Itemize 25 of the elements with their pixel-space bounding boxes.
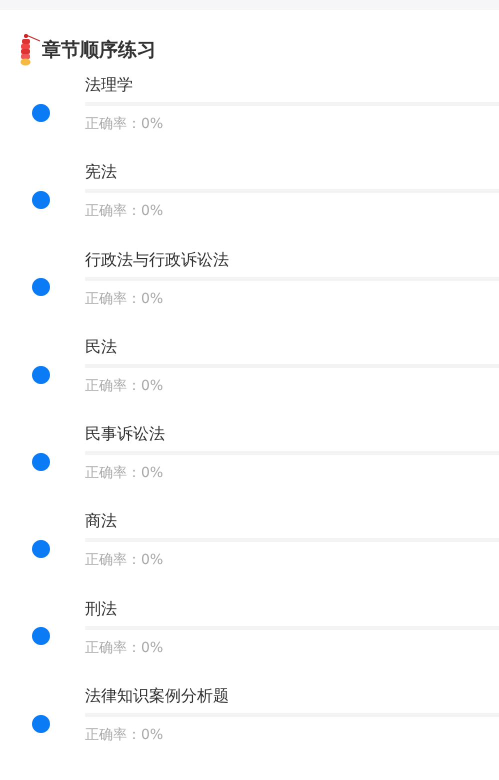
bullet-dot <box>32 278 50 296</box>
accuracy-text: 正确率：0% <box>85 638 164 658</box>
chapter-name[interactable]: 行政法与行政诉讼法 <box>85 248 229 271</box>
bullet-dot <box>32 190 50 209</box>
chapter-name[interactable]: 宪法 <box>85 161 117 184</box>
bullet-dot <box>32 714 50 733</box>
bullet-dot <box>32 104 50 122</box>
bullet-dot <box>32 540 50 558</box>
chapter-name[interactable]: 商法 <box>85 510 117 532</box>
accuracy-text: 正确率：0% <box>85 464 164 484</box>
accuracy-text: 正确率：0% <box>85 726 164 746</box>
bullet-dot <box>32 366 50 384</box>
chapter-name[interactable]: 民事诉讼法 <box>85 423 165 446</box>
chapter-name[interactable]: 刑法 <box>85 598 117 620</box>
accuracy-text: 正确率：0% <box>85 290 164 309</box>
bullet-dot <box>32 452 50 471</box>
accuracy-text: 正确率：0% <box>85 202 164 222</box>
section-title: 章节顺序练习 <box>42 38 156 63</box>
chapter-name[interactable]: 民法 <box>85 336 117 358</box>
bullet-dot <box>32 627 50 646</box>
accuracy-text: 正确率：0% <box>85 551 164 570</box>
chapter-name[interactable]: 法律知识案例分析题 <box>85 685 229 708</box>
chapter-name[interactable]: 法理学 <box>85 74 133 96</box>
accuracy-text: 正确率：0% <box>85 115 164 134</box>
accuracy-text: 正确率：0% <box>85 376 164 396</box>
